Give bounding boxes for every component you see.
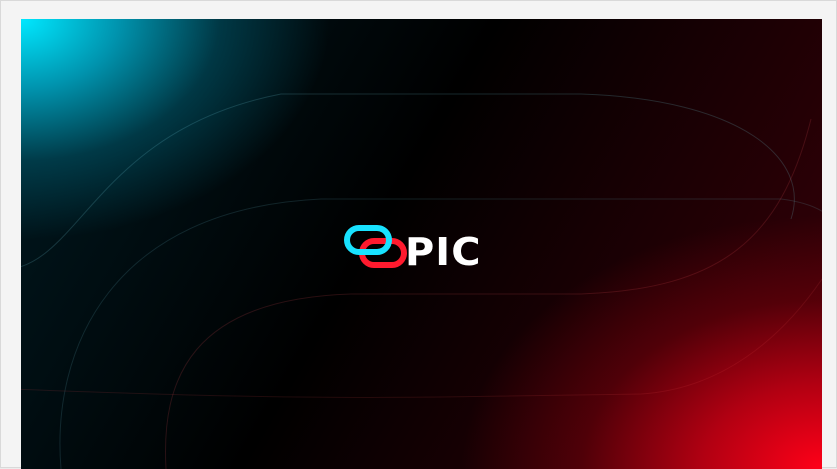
- image-frame: PIC: [0, 0, 837, 469]
- logo-wordmark: PIC: [405, 230, 482, 274]
- hero-banner: PIC: [21, 19, 822, 469]
- opic-logo: PIC: [343, 223, 503, 273]
- chain-link-icon: [344, 225, 407, 268]
